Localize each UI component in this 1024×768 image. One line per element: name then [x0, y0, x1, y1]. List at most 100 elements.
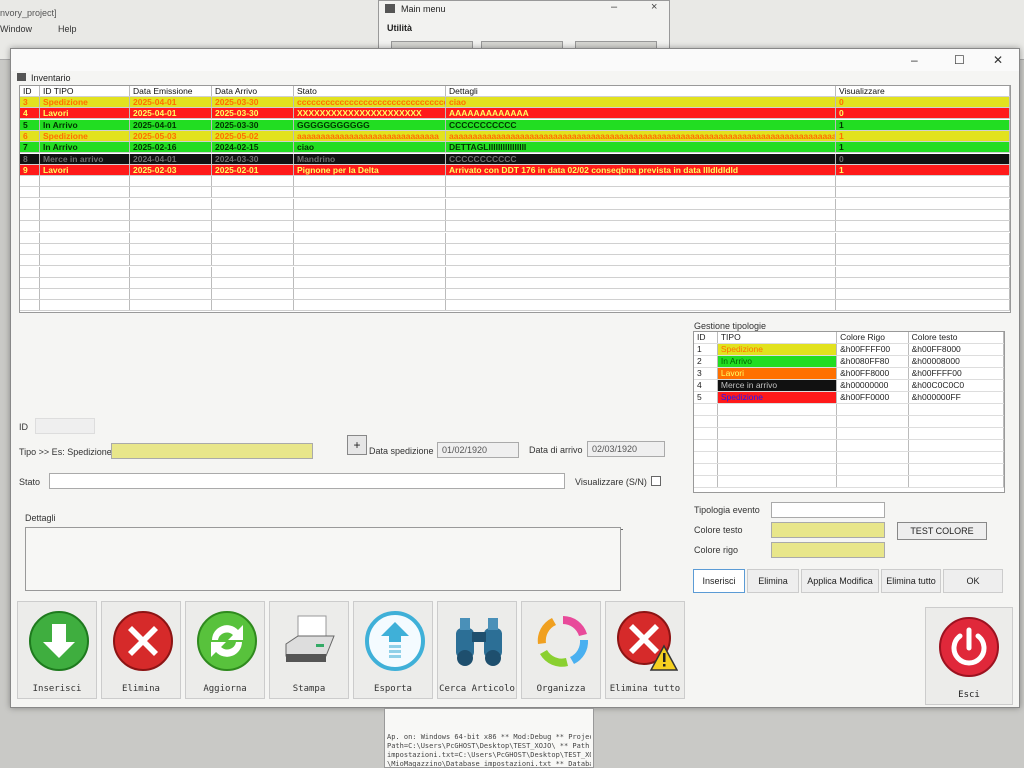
- tipologie-row[interactable]: 3 Lavori &h00FF8000 &h00FFFF00: [694, 368, 1004, 380]
- empty-row[interactable]: [694, 428, 1004, 440]
- table-row[interactable]: 7 In Arrivo 2025-02-16 2024-02-15 ciao DETTAG…: [20, 142, 1010, 154]
- tipologie-grid[interactable]: ID TIPO Colore Rigo Colore testo 1 Spedizione…: [693, 331, 1005, 493]
- tipologie-header[interactable]: ID TIPO Colore Rigo Colore testo: [694, 332, 1004, 344]
- inventario-window: Inventario – ☐ ✕ ID ID TIPO Data Emissione…: [10, 48, 1020, 708]
- tipologie-row[interactable]: 1 Spedizione &h00FFFF00 &h00FF8000: [694, 344, 1004, 356]
- grid-cell: 2024-03-30: [212, 153, 294, 164]
- grid-cell: [130, 300, 212, 311]
- tipologie-cell: [718, 428, 838, 439]
- esporta-button[interactable]: Esporta: [353, 601, 433, 699]
- table-row[interactable]: 6 Spedizione 2025-05-03 2025-05-02 aaaaaaaaa…: [20, 130, 1010, 142]
- menu-window[interactable]: Window: [0, 24, 32, 34]
- elimina-tipo-button[interactable]: Elimina: [747, 569, 799, 593]
- tipologie-cell: [694, 404, 718, 415]
- grid-header[interactable]: ID ID TIPO Data Emissione Data Arrivo Stato D…: [20, 86, 1010, 97]
- inventory-grid[interactable]: ID ID TIPO Data Emissione Data Arrivo Stato D…: [19, 85, 1011, 313]
- grid-cell: [212, 187, 294, 198]
- tipologie-row[interactable]: 5 Spedizione &h00FF0000 &h000000FF: [694, 392, 1004, 404]
- close-icon[interactable]: ✕: [993, 53, 1003, 67]
- grid-cell: ciao: [446, 97, 836, 107]
- tipologie-cell: 1: [694, 344, 718, 355]
- table-row[interactable]: 8 Merce in arrivo 2024-04-01 2024-03-30 Mand…: [20, 153, 1010, 165]
- grid-cell: [836, 243, 1010, 254]
- aggiorna-button[interactable]: Aggiorna: [185, 601, 265, 699]
- visualizzare-checkbox[interactable]: [651, 476, 661, 486]
- ok-button[interactable]: OK: [943, 569, 1003, 593]
- colore-testo-label: Colore testo: [694, 525, 743, 535]
- tipologie-row[interactable]: 4 Merce in arrivo &h00000000 &h00C0C0C0: [694, 380, 1004, 392]
- applica-modifica-button[interactable]: Applica Modifica: [801, 569, 879, 593]
- grid-cell: [294, 277, 446, 288]
- empty-row[interactable]: [20, 289, 1010, 301]
- grid-cell: Data Emissione: [130, 86, 212, 96]
- maximize-icon[interactable]: ☐: [954, 53, 965, 67]
- empty-row[interactable]: [694, 452, 1004, 464]
- colore-testo-field[interactable]: [771, 522, 885, 538]
- dettagli-textarea[interactable]: [25, 527, 621, 591]
- empty-row[interactable]: [20, 243, 1010, 255]
- table-row[interactable]: 4 Lavori 2025-04-01 2025-03-30 XXXXXXXXXXXXX…: [20, 108, 1010, 120]
- empty-row[interactable]: [20, 176, 1010, 188]
- grid-cell: [20, 289, 40, 300]
- grid-cell: 2025-04-01: [130, 119, 212, 130]
- app-icon: [385, 4, 395, 13]
- table-row[interactable]: 3 Spedizione 2025-04-01 2025-03-30 ccccccccc…: [20, 97, 1010, 108]
- menu-utilita[interactable]: Utilità: [387, 23, 412, 33]
- stato-field[interactable]: [49, 473, 565, 489]
- inserisci-button[interactable]: Inserisci: [17, 601, 97, 699]
- test-colore-button[interactable]: TEST COLORE: [897, 522, 987, 540]
- empty-row[interactable]: [694, 464, 1004, 476]
- grid-cell: Mandrino: [294, 153, 446, 164]
- minimize-icon[interactable]: –: [611, 1, 617, 13]
- stampa-button[interactable]: Stampa: [269, 601, 349, 699]
- tipologie-cell: [718, 416, 838, 427]
- empty-row[interactable]: [20, 255, 1010, 267]
- empty-row[interactable]: [694, 404, 1004, 416]
- toolbar-label: Esci: [958, 690, 980, 700]
- grid-cell: [212, 176, 294, 187]
- close-icon[interactable]: ×: [651, 1, 657, 13]
- empty-row[interactable]: [20, 277, 1010, 289]
- elimina-tutto-tipo-button[interactable]: Elimina tutto: [881, 569, 941, 593]
- inserisci-tipo-button[interactable]: Inserisci: [693, 569, 745, 593]
- add-tipo-button[interactable]: +: [347, 435, 367, 455]
- tipologie-row[interactable]: 2 In Arrivo &h0080FF80 &h00008000: [694, 356, 1004, 368]
- empty-row[interactable]: [694, 476, 1004, 488]
- table-row[interactable]: 5 In Arrivo 2025-04-01 2025-03-30 GGGGGGGGGG…: [20, 119, 1010, 131]
- grid-cell: [40, 187, 130, 198]
- grid-cell: ID TIPO: [40, 86, 130, 96]
- empty-row[interactable]: [20, 232, 1010, 244]
- organizza-button[interactable]: Organizza: [521, 601, 601, 699]
- grid-cell: GGGGGGGGGGG: [294, 119, 446, 130]
- colore-rigo-field[interactable]: [771, 542, 885, 558]
- elimina-button[interactable]: Elimina: [101, 601, 181, 699]
- console-line: Ap. on: Windows 64-bit x86 ** Mod:Debug …: [387, 733, 591, 741]
- tipologia-evento-field[interactable]: [771, 502, 885, 518]
- grid-cell: Arrivato con DDT 176 in data 02/02 conse…: [446, 164, 836, 175]
- data-spedizione-field[interactable]: 01/02/1920: [437, 442, 519, 458]
- grid-cell: [130, 255, 212, 266]
- grid-cell: [836, 300, 1010, 311]
- grid-cell: Pignone per la Delta: [294, 164, 446, 175]
- empty-row[interactable]: [20, 187, 1010, 199]
- menu-help[interactable]: Help: [58, 24, 77, 34]
- empty-row[interactable]: [20, 210, 1010, 221]
- esci-button[interactable]: Esci: [925, 607, 1013, 705]
- empty-row[interactable]: [694, 416, 1004, 428]
- empty-row[interactable]: [20, 198, 1010, 210]
- grid-cell: [20, 176, 40, 187]
- minimize-icon[interactable]: –: [911, 53, 918, 67]
- grid-cell: ID: [20, 86, 40, 96]
- tipo-field[interactable]: [111, 443, 313, 459]
- table-row[interactable]: 9 Lavori 2025-02-03 2025-02-01 Pignone per l…: [20, 164, 1010, 176]
- empty-row[interactable]: [694, 440, 1004, 452]
- grid-cell: 1: [836, 164, 1010, 175]
- grid-cell: aaaaaaaaaaaaaaaaaaaaaaaaaaaaaa: [294, 130, 446, 141]
- empty-row[interactable]: [20, 300, 1010, 312]
- empty-row[interactable]: [20, 266, 1010, 278]
- elimina-tutto-button[interactable]: Elimina tutto: [605, 601, 685, 699]
- id-field[interactable]: [35, 418, 95, 434]
- cerca-articolo-button[interactable]: Cerca Articolo: [437, 601, 517, 699]
- empty-row[interactable]: [20, 221, 1010, 233]
- data-arrivo-field[interactable]: 02/03/1920: [587, 441, 665, 457]
